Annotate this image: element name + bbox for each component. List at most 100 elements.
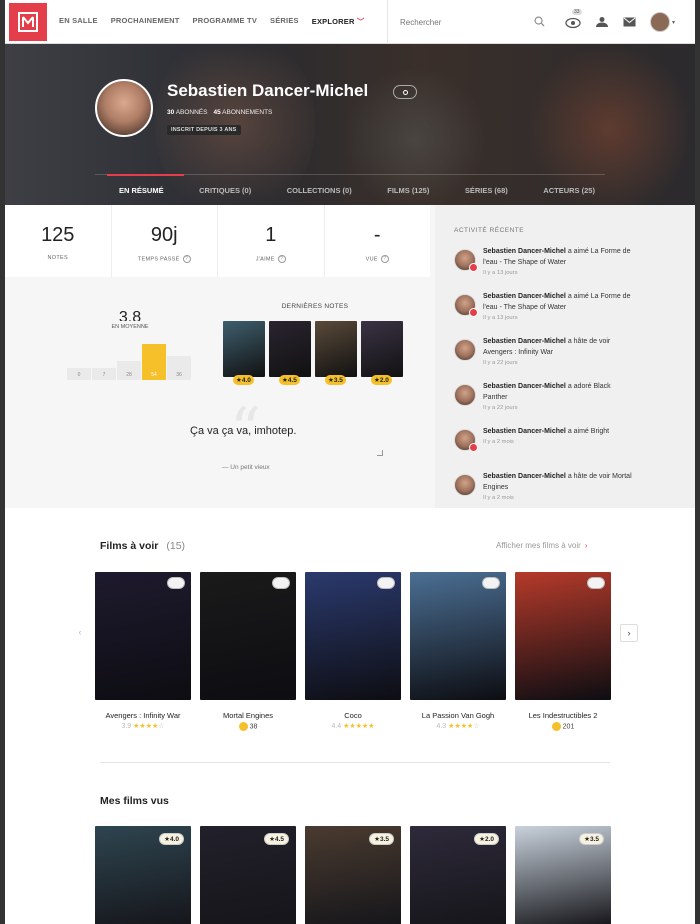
film-poster[interactable]: ★3.5 [305, 826, 401, 924]
top-icons: 33 ▾ [565, 0, 675, 44]
film-card[interactable]: Mortal Engines 38 [200, 572, 296, 731]
stars-icon: ★★★★ [133, 723, 159, 730]
resize-handle-icon[interactable] [377, 450, 383, 456]
help-icon[interactable]: ? [277, 255, 286, 263]
last-notes-title: DERNIÈRES NOTES [281, 303, 349, 310]
stat-value: - [373, 224, 381, 246]
tab-acteurs[interactable]: ACTEURS (25) [543, 175, 595, 205]
last-note-poster[interactable]: ★4.5 [269, 321, 311, 385]
activity-date: Il y a 22 jours [483, 360, 518, 366]
show-all-link[interactable]: Afficher mes films à voir › [496, 541, 587, 550]
carousel-next-button[interactable]: › [620, 624, 638, 642]
film-title: Avengers : Infinity War [105, 711, 181, 720]
watchlist-icon[interactable]: 33 [565, 9, 582, 29]
last-note-poster[interactable]: ★3.5 [315, 321, 357, 385]
activity-text: Sebastien Dancer-Michel a adoré Black Pa… [483, 381, 633, 426]
tab-resume[interactable]: EN RÉSUMÉ [107, 174, 184, 205]
seen-film-card[interactable]: ★4.0 [95, 826, 191, 924]
film-poster[interactable] [200, 572, 296, 700]
quote-text[interactable]: Ça va ça va, imhotep. [190, 425, 296, 437]
activity-item[interactable]: Sebastien Dancer-Michel a aimé La Forme … [454, 291, 695, 336]
activity-user[interactable]: Sebastien Dancer-Michel [483, 473, 566, 480]
friends-icon[interactable] [595, 16, 609, 28]
follow-toggle-icon[interactable] [393, 85, 417, 99]
last-note-poster[interactable]: ★4.0 [223, 321, 265, 385]
seen-film-card[interactable]: ★2.0 [410, 826, 506, 924]
film-rating: 201 [515, 722, 611, 731]
rating-badge: ★3.5 [369, 833, 394, 845]
film-poster[interactable] [305, 572, 401, 700]
activity-item[interactable]: Sebastien Dancer-Michel a aimé Bright Il … [454, 426, 695, 471]
last-note-poster[interactable]: ★2.0 [361, 321, 403, 385]
following[interactable]: 45 ABONNEMENTS [213, 109, 272, 116]
followers[interactable]: 30 ABONNÉS [167, 109, 207, 116]
film-poster[interactable] [515, 572, 611, 700]
activity-item[interactable]: Sebastien Dancer-Michel a hâte de voir A… [454, 336, 695, 381]
activity-item[interactable]: Sebastien Dancer-Michel a aimé La Forme … [454, 246, 695, 291]
histogram-bar: 28 [117, 361, 141, 380]
film-card[interactable]: Les Indestructibles 2 201 [515, 572, 611, 731]
activity-user[interactable]: Sebastien Dancer-Michel [483, 383, 566, 390]
activity-item[interactable]: Sebastien Dancer-Michel a hâte de voir M… [454, 471, 695, 516]
activity-user[interactable]: Sebastien Dancer-Michel [483, 428, 566, 435]
nav-series[interactable]: SÉRIES [270, 16, 299, 27]
avatar [454, 474, 476, 496]
activity-user[interactable]: Sebastien Dancer-Michel [483, 293, 566, 300]
chevron-right-icon: › [584, 541, 588, 550]
search-box [387, 0, 555, 44]
tab-films[interactable]: FILMS (125) [387, 175, 429, 205]
stat-likes: 1 J'AIME? [218, 205, 325, 277]
rating-badge: ★4.5 [279, 375, 300, 385]
activity-action: a aimé Bright [565, 428, 610, 435]
activity-text: Sebastien Dancer-Michel a hâte de voir A… [483, 336, 633, 381]
logo[interactable] [9, 2, 47, 41]
nav-en-salle[interactable]: EN SALLE [59, 16, 98, 27]
film-poster[interactable]: ★4.0 [95, 826, 191, 924]
film-title: La Passion Van Gogh [421, 711, 495, 720]
rating-badge: ★3.5 [579, 833, 604, 845]
nav-explorer[interactable]: EXPLORER ﹀ [312, 16, 365, 27]
to-watch-title-text: Films à voir [100, 540, 159, 552]
rating-value: 4.3 [436, 723, 447, 730]
film-poster[interactable]: ★2.0 [410, 826, 506, 924]
wish-icon[interactable] [482, 577, 500, 589]
divider [100, 762, 610, 763]
film-card[interactable]: La Passion Van Gogh 4.3 ★★★★☆ [410, 572, 506, 731]
wish-icon[interactable] [167, 577, 185, 589]
tab-collections[interactable]: COLLECTIONS (0) [287, 175, 352, 205]
seen-film-card[interactable]: ★4.5 [200, 826, 296, 924]
member-since-badge: INSCRIT DEPUIS 3 ANS [167, 125, 241, 135]
film-poster[interactable] [95, 572, 191, 700]
rating-value: 4.4 [331, 723, 342, 730]
tab-series[interactable]: SÉRIES (68) [465, 175, 508, 205]
wish-icon[interactable] [377, 577, 395, 589]
tab-critiques[interactable]: CRITIQUES (0) [199, 175, 251, 205]
activity-item[interactable]: Sebastien Dancer-Michel a adoré Black Pa… [454, 381, 695, 426]
stars-icon: ★★★★★ [343, 723, 375, 730]
film-rating: 38 [200, 722, 296, 731]
last-notes-list: ★4.0 ★4.5 ★3.5 ★2.0 [223, 321, 403, 385]
user-menu[interactable]: ▾ [650, 12, 675, 32]
search-icon[interactable] [534, 16, 545, 27]
activity-user[interactable]: Sebastien Dancer-Michel [483, 248, 566, 255]
search-input[interactable] [400, 17, 530, 27]
seen-film-card[interactable]: ★3.5 [515, 826, 611, 924]
help-icon[interactable]: ? [380, 255, 389, 263]
activity-user[interactable]: Sebastien Dancer-Michel [483, 338, 566, 345]
wish-icon[interactable] [587, 577, 605, 589]
nav-prochainement[interactable]: PROCHAINEMENT [111, 16, 180, 27]
film-card[interactable]: Avengers : Infinity War 3.9 ★★★★☆ [95, 572, 191, 731]
help-icon[interactable]: ? [182, 255, 191, 263]
stars-icon: ★★★★ [448, 723, 474, 730]
chevron-down-icon: ﹀ [356, 17, 365, 26]
film-poster[interactable] [410, 572, 506, 700]
avatar [454, 429, 478, 452]
carousel-prev-button[interactable]: ‹ [71, 624, 89, 642]
mail-icon[interactable] [623, 17, 636, 27]
nav-programme-tv[interactable]: PROGRAMME TV [193, 16, 257, 27]
film-poster[interactable]: ★4.5 [200, 826, 296, 924]
seen-film-card[interactable]: ★3.5 [305, 826, 401, 924]
film-card[interactable]: Coco 4.4 ★★★★★ [305, 572, 401, 731]
wish-icon[interactable] [272, 577, 290, 589]
film-poster[interactable]: ★3.5 [515, 826, 611, 924]
